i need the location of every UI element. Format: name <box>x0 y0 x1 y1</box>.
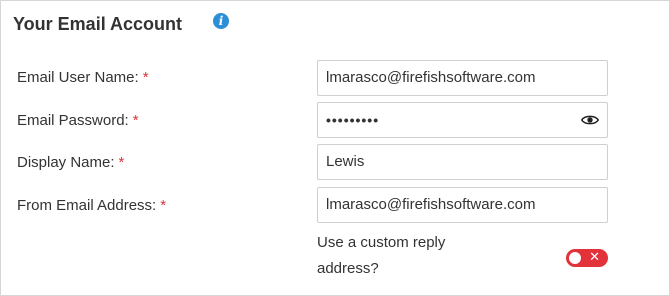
email-user-name-value: lmarasco@firefishsoftware.com <box>326 69 536 86</box>
display-name-value: Lewis <box>326 153 365 170</box>
from-email-address-value: lmarasco@firefishsoftware.com <box>326 196 536 213</box>
email-user-name-label: Email User Name: * <box>17 69 149 86</box>
email-account-panel: Your Email Account i Email User Name: * l… <box>0 0 670 296</box>
display-name-label: Display Name: * <box>17 154 124 171</box>
email-password-field[interactable]: ••••••••• <box>317 102 608 138</box>
eye-icon[interactable] <box>581 113 599 127</box>
email-password-value: ••••••••• <box>326 112 380 128</box>
info-icon[interactable]: i <box>213 13 229 29</box>
custom-reply-toggle[interactable]: ✕ <box>566 249 608 267</box>
required-mark: * <box>142 69 149 86</box>
from-email-address-field[interactable]: lmarasco@firefishsoftware.com <box>317 187 608 223</box>
from-email-address-label: From Email Address: * <box>17 197 166 214</box>
required-mark: * <box>132 112 139 129</box>
email-password-label-text: Email Password: <box>17 112 129 129</box>
section-title: Your Email Account <box>13 14 183 34</box>
display-name-field[interactable]: Lewis <box>317 144 608 180</box>
required-mark: * <box>160 197 167 214</box>
custom-reply-label: Use a custom reply address? <box>317 234 446 277</box>
email-user-name-label-text: Email User Name: <box>17 69 139 86</box>
from-email-address-label-text: From Email Address: <box>17 197 157 214</box>
email-user-name-field[interactable]: lmarasco@firefishsoftware.com <box>317 60 608 96</box>
email-password-label: Email Password: * <box>17 112 139 129</box>
toggle-off-icon: ✕ <box>589 250 600 265</box>
display-name-label-text: Display Name: <box>17 154 115 171</box>
toggle-knob <box>569 252 581 264</box>
required-mark: * <box>118 154 125 171</box>
